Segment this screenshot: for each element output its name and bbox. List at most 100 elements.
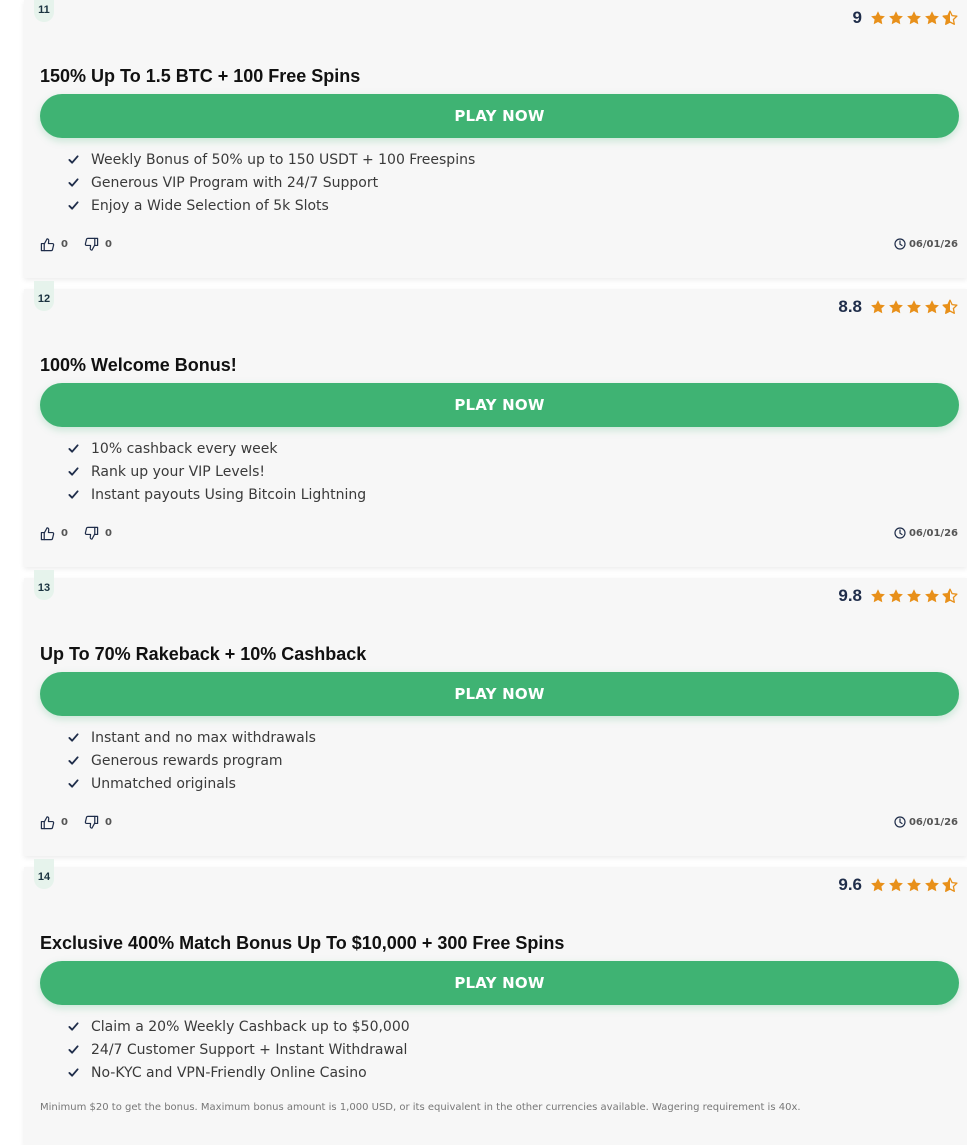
feature-list: 10% cashback every week Rank up your VIP …	[68, 437, 366, 506]
rating-score: 9	[852, 8, 862, 27]
star-half-icon	[942, 299, 958, 315]
feature-list: Claim a 20% Weekly Cashback up to $50,00…	[68, 1015, 410, 1084]
offer-title: 150% Up To 1.5 BTC + 100 Free Spins	[40, 66, 361, 86]
feature-item: Instant payouts Using Bitcoin Lightning	[68, 483, 366, 506]
feature-text: Generous VIP Program with 24/7 Support	[91, 174, 379, 191]
thumbs-up-icon	[40, 237, 61, 252]
dislike-count: 0	[104, 527, 112, 539]
thumbs-down-icon	[84, 815, 105, 830]
feature-item: Rank up your VIP Levels!	[68, 460, 366, 483]
offer-title: Up To 70% Rakeback + 10% Cashback	[40, 644, 367, 664]
date-text: 06/01/26	[908, 816, 958, 828]
feature-text: Instant payouts Using Bitcoin Lightning	[91, 486, 367, 503]
rating-score: 8.8	[838, 297, 862, 316]
clock-icon	[894, 527, 909, 539]
like-button[interactable]: 0	[40, 526, 68, 541]
dislike-button[interactable]: 0	[84, 237, 112, 252]
dislike-count: 0	[104, 238, 112, 250]
check-icon	[68, 1044, 81, 1055]
feature-text: 24/7 Customer Support + Instant Withdraw…	[91, 1041, 408, 1058]
star-half-icon	[942, 10, 958, 26]
star-icon	[906, 299, 922, 315]
date-text: 06/01/26	[908, 527, 958, 539]
offer-date: 06/01/26	[894, 816, 958, 828]
like-button[interactable]: 0	[40, 237, 68, 252]
rating: 9	[853, 8, 958, 28]
feature-item: 10% cashback every week	[68, 437, 366, 460]
play-now-button[interactable]: PLAY NOW	[40, 672, 959, 716]
rank-badge: 14	[34, 859, 54, 889]
offer-date: 06/01/26	[894, 238, 958, 250]
star-icon	[888, 588, 904, 604]
star-icon	[906, 10, 922, 26]
offer-date: 06/01/26	[894, 527, 958, 539]
feature-item: 24/7 Customer Support + Instant Withdraw…	[68, 1038, 410, 1061]
star-icon	[924, 877, 940, 893]
check-icon	[68, 466, 81, 477]
date-text: 06/01/26	[908, 238, 958, 250]
rating-score: 9.8	[838, 586, 862, 605]
star-half-icon	[942, 588, 958, 604]
rating-stars	[870, 588, 958, 604]
check-icon	[68, 177, 81, 188]
like-count: 0	[61, 527, 68, 539]
thumbs-up-icon	[40, 526, 61, 541]
star-icon	[870, 10, 886, 26]
feature-item: No-KYC and VPN-Friendly Online Casino	[68, 1061, 410, 1084]
star-icon	[888, 299, 904, 315]
feature-list: Weekly Bonus of 50% up to 150 USDT + 100…	[68, 148, 475, 217]
star-icon	[924, 10, 940, 26]
check-icon	[68, 200, 81, 211]
star-icon	[906, 588, 922, 604]
offer-title: 100% Welcome Bonus!	[40, 355, 237, 375]
feature-text: No-KYC and VPN-Friendly Online Casino	[91, 1064, 367, 1081]
card-footer: 0 0 06/01/26	[40, 236, 958, 252]
thumbs-up-icon	[40, 815, 61, 830]
like-button[interactable]: 0	[40, 815, 68, 830]
rank-badge: 13	[34, 570, 54, 600]
feature-text: Instant and no max withdrawals	[91, 729, 316, 746]
card-footer: 0 0 06/01/26	[40, 525, 958, 541]
feature-item: Instant and no max withdrawals	[68, 726, 316, 749]
star-icon	[924, 299, 940, 315]
rating-stars	[870, 10, 958, 26]
feature-text: Claim a 20% Weekly Cashback up to $50,00…	[91, 1018, 410, 1035]
rating: 9.6	[838, 875, 958, 895]
rating-score: 9.6	[838, 875, 862, 894]
feature-text: Generous rewards program	[91, 752, 283, 769]
feature-text: Enjoy a Wide Selection of 5k Slots	[91, 197, 329, 214]
feature-item: Enjoy a Wide Selection of 5k Slots	[68, 194, 475, 217]
play-now-button[interactable]: PLAY NOW	[40, 961, 959, 1005]
feature-text: Weekly Bonus of 50% up to 150 USDT + 100…	[91, 151, 476, 168]
rating-stars	[870, 877, 958, 893]
play-now-button[interactable]: PLAY NOW	[40, 94, 959, 138]
check-icon	[68, 1021, 81, 1032]
card-footer: 0 0 06/01/26	[40, 814, 958, 830]
check-icon	[68, 732, 81, 743]
dislike-button[interactable]: 0	[84, 815, 112, 830]
play-now-button[interactable]: PLAY NOW	[40, 383, 959, 427]
star-icon	[870, 877, 886, 893]
check-icon	[68, 154, 81, 165]
rating: 9.8	[838, 586, 958, 606]
offer-card: 13 9.8 Up To 70% Rakeback + 10% Cashback…	[24, 570, 967, 856]
star-icon	[906, 877, 922, 893]
star-icon	[870, 588, 886, 604]
dislike-button[interactable]: 0	[84, 526, 112, 541]
dislike-count: 0	[104, 816, 112, 828]
offer-card: 11 9 150% Up To 1.5 BTC + 100 Free Spins…	[24, 0, 967, 278]
star-icon	[924, 588, 940, 604]
feature-item: Unmatched originals	[68, 772, 316, 795]
feature-item: Generous rewards program	[68, 749, 316, 772]
rating: 8.8	[838, 297, 958, 317]
feature-item: Weekly Bonus of 50% up to 150 USDT + 100…	[68, 148, 475, 171]
rank-badge: 12	[34, 281, 54, 311]
offer-title: Exclusive 400% Match Bonus Up To $10,000…	[40, 933, 565, 953]
feature-text: Rank up your VIP Levels!	[91, 463, 266, 480]
check-icon	[68, 778, 81, 789]
star-icon	[870, 299, 886, 315]
like-count: 0	[61, 238, 68, 250]
rating-stars	[870, 299, 958, 315]
check-icon	[68, 755, 81, 766]
check-icon	[68, 443, 81, 454]
